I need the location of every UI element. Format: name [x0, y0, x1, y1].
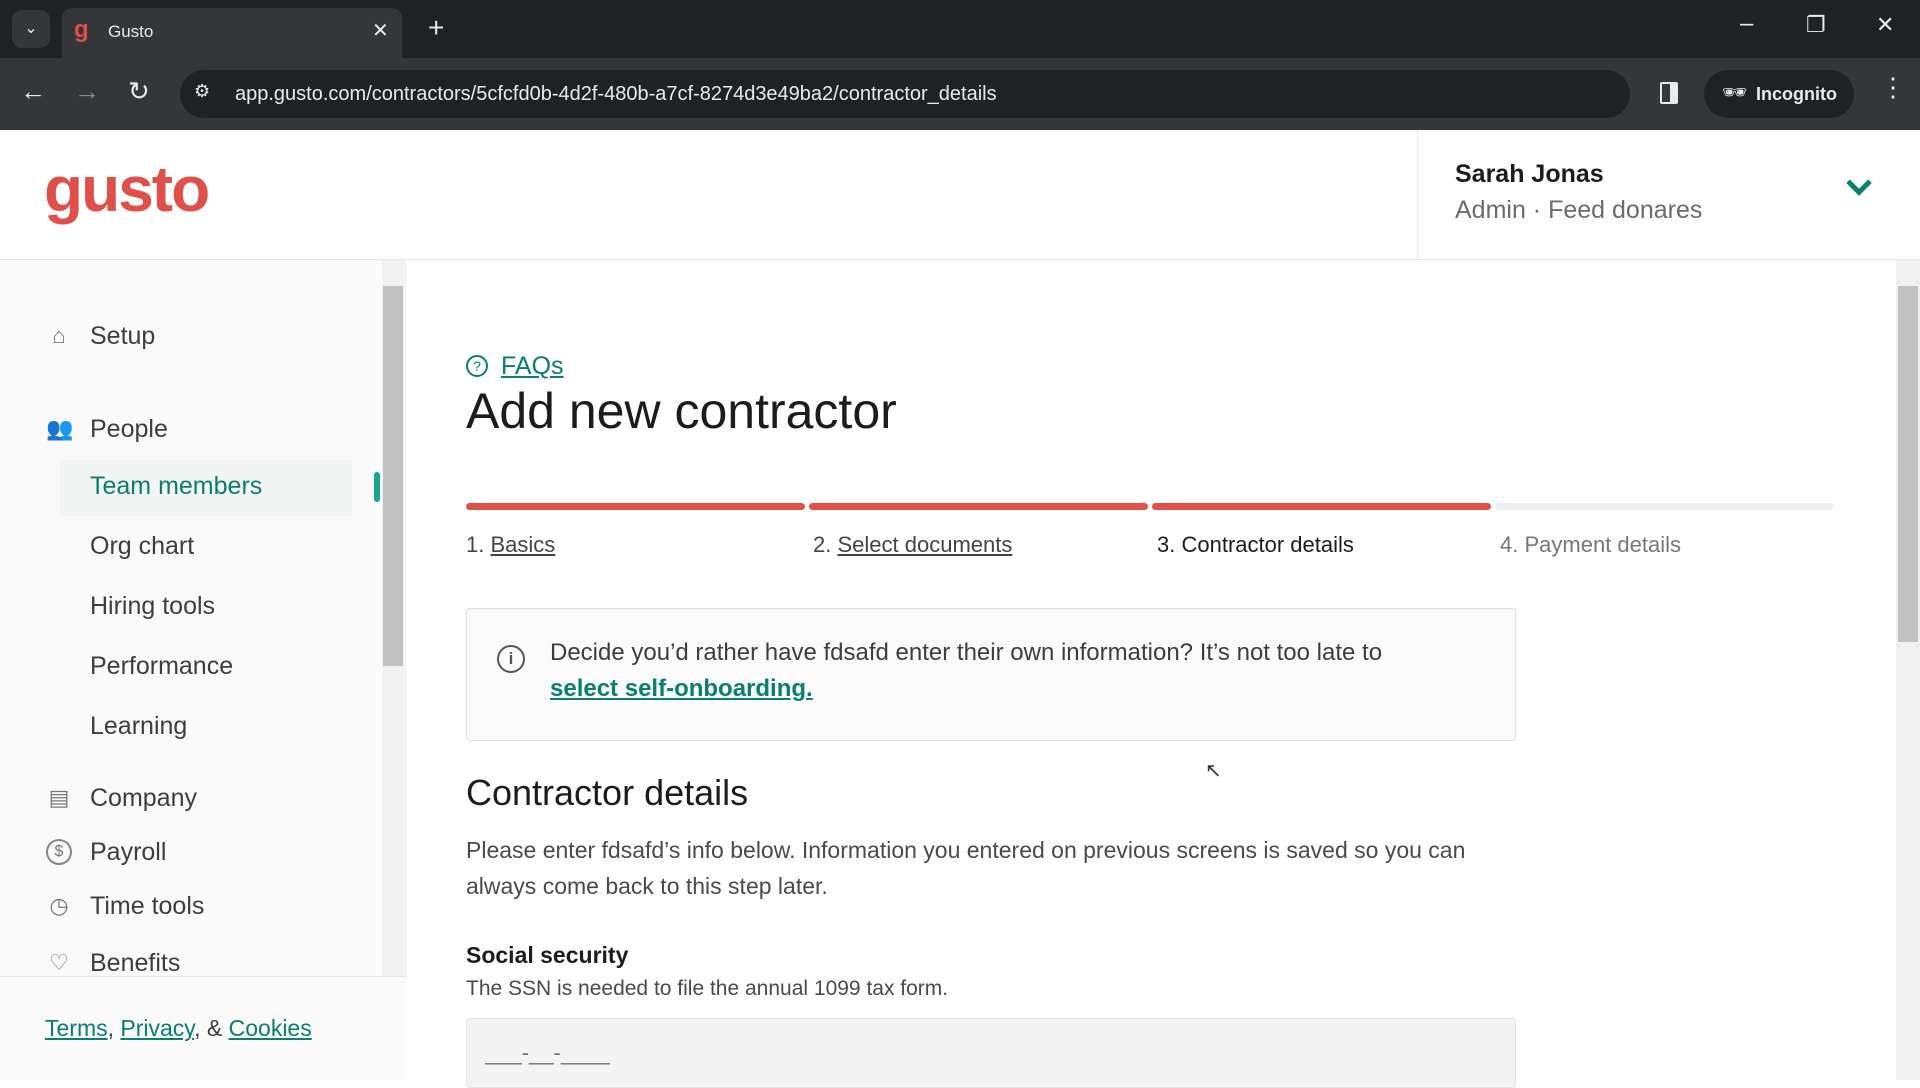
sidebar-item-people[interactable]: People [90, 415, 168, 444]
step-number: 4. [1500, 532, 1519, 557]
user-name: Sarah Jonas [1455, 160, 1604, 188]
sidebar-item-time-tools[interactable]: Time tools [90, 892, 204, 921]
sidebar-footer: Terms, Privacy, & Cookies [0, 976, 406, 1080]
ssn-help-text: The SSN is needed to file the annual 109… [466, 977, 949, 1000]
sidebar-item-learning[interactable]: Learning [90, 712, 187, 741]
section-title: Contractor details [466, 772, 749, 813]
step-number: 3. [1157, 532, 1176, 557]
gusto-logo[interactable]: gusto [44, 152, 210, 226]
sidebar-scrollbar-thumb[interactable] [383, 286, 403, 666]
sidebar: ⌂ Setup 👥 People Team members Org chart … [0, 260, 406, 1080]
info-icon: i [497, 645, 525, 673]
tab-list-chevron-icon[interactable]: ⌄ [12, 10, 50, 48]
progress-segment-2 [809, 503, 1148, 510]
active-indicator [374, 472, 380, 502]
page-scrollbar[interactable] [1896, 260, 1920, 1080]
clock-icon: ◷ [49, 893, 69, 918]
step-4: 4. Payment details [1500, 532, 1681, 558]
sidebar-item-performance[interactable]: Performance [90, 652, 233, 681]
step-label[interactable]: Basics [490, 532, 555, 557]
gusto-favicon-icon: g [74, 16, 89, 43]
footer-separator: , & [194, 1015, 223, 1041]
incognito-badge[interactable]: 🕶 Incognito [1704, 70, 1854, 118]
progress-segment-3 [1152, 503, 1491, 510]
reload-icon[interactable]: ↻ [128, 76, 150, 107]
self-onboarding-notice: i Decide you’d rather have fdsafd enter … [466, 608, 1516, 741]
step-label: Contractor details [1181, 532, 1354, 557]
privacy-link[interactable]: Privacy [120, 1015, 194, 1041]
notice-text: Decide you’d rather have fdsafd enter th… [550, 639, 1383, 666]
dollar-icon: $ [46, 839, 72, 865]
ssn-input[interactable] [466, 1018, 1516, 1088]
back-icon[interactable]: ← [20, 76, 46, 107]
select-self-onboarding-link[interactable]: select self-onboarding. [550, 675, 813, 703]
sidebar-item-benefits[interactable]: Benefits [90, 949, 180, 978]
step-3: 3. Contractor details [1157, 532, 1354, 558]
sidebar-scrollbar[interactable] [382, 260, 404, 976]
sidebar-item-org-chart[interactable]: Org chart [90, 532, 194, 561]
heart-icon: ♡ [49, 950, 69, 975]
footer-separator: , [107, 1015, 115, 1041]
page-scrollbar-thumb[interactable] [1898, 286, 1918, 642]
url-text[interactable]: app.gusto.com/contractors/5cfcfd0b-4d2f-… [235, 83, 997, 106]
page-title: Add new contractor [466, 383, 897, 439]
site-info-icon[interactable]: ⚙ [194, 81, 210, 102]
sidebar-item-payroll[interactable]: Payroll [90, 838, 166, 867]
url-bar[interactable]: ⚙ app.gusto.com/contractors/5cfcfd0b-4d2… [180, 70, 1630, 118]
progress-segment-4 [1495, 503, 1834, 510]
step-number: 1. [466, 532, 485, 557]
incognito-icon: 🕶 [1722, 82, 1748, 104]
browser-menu-icon[interactable]: ⋮ [1880, 72, 1906, 103]
user-menu[interactable]: Sarah Jonas Admin · Feed donares [1417, 130, 1920, 260]
faqs-link[interactable]: FAQs [501, 352, 564, 381]
sidebar-item-hiring-tools[interactable]: Hiring tools [90, 592, 215, 621]
cookies-link[interactable]: Cookies [229, 1015, 312, 1041]
sidebar-item-setup[interactable]: Setup [90, 322, 155, 351]
ssn-label: Social security [466, 942, 629, 968]
step-label[interactable]: Select documents [837, 532, 1012, 557]
browser-tab-strip: ⌄ g Gusto ✕ + – ❐ ✕ [0, 0, 1920, 58]
browser-tab[interactable]: g Gusto ✕ [62, 8, 402, 58]
help-circle-icon: ? [466, 355, 488, 377]
step-1[interactable]: 1. Basics [466, 532, 555, 558]
side-panel-icon[interactable] [1660, 82, 1678, 104]
sidebar-item-company[interactable]: Company [90, 784, 197, 813]
home-icon: ⌂ [52, 323, 66, 348]
terms-link[interactable]: Terms [45, 1015, 108, 1041]
step-2[interactable]: 2. Select documents [813, 532, 1012, 558]
step-label: Payment details [1524, 532, 1682, 557]
chevron-down-icon[interactable] [1846, 170, 1872, 196]
minimize-icon[interactable]: – [1740, 10, 1753, 38]
progress-segment-1 [466, 503, 805, 510]
user-role: Admin · Feed donares [1455, 196, 1703, 224]
restore-icon[interactable]: ❐ [1806, 12, 1826, 38]
mouse-cursor-icon: ↖ [1205, 760, 1222, 782]
close-window-icon[interactable]: ✕ [1876, 12, 1894, 38]
people-icon: 👥 [46, 416, 74, 441]
forward-icon[interactable]: → [74, 76, 100, 107]
incognito-label: Incognito [1756, 84, 1837, 104]
sidebar-item-team-members[interactable]: Team members [90, 472, 262, 501]
step-number: 2. [813, 532, 832, 557]
new-tab-icon[interactable]: + [428, 12, 444, 44]
section-description: Please enter fdsafd’s info below. Inform… [466, 837, 1466, 899]
close-tab-icon[interactable]: ✕ [372, 18, 389, 43]
store-icon: ▤ [48, 785, 70, 810]
tab-title: Gusto [108, 22, 154, 41]
